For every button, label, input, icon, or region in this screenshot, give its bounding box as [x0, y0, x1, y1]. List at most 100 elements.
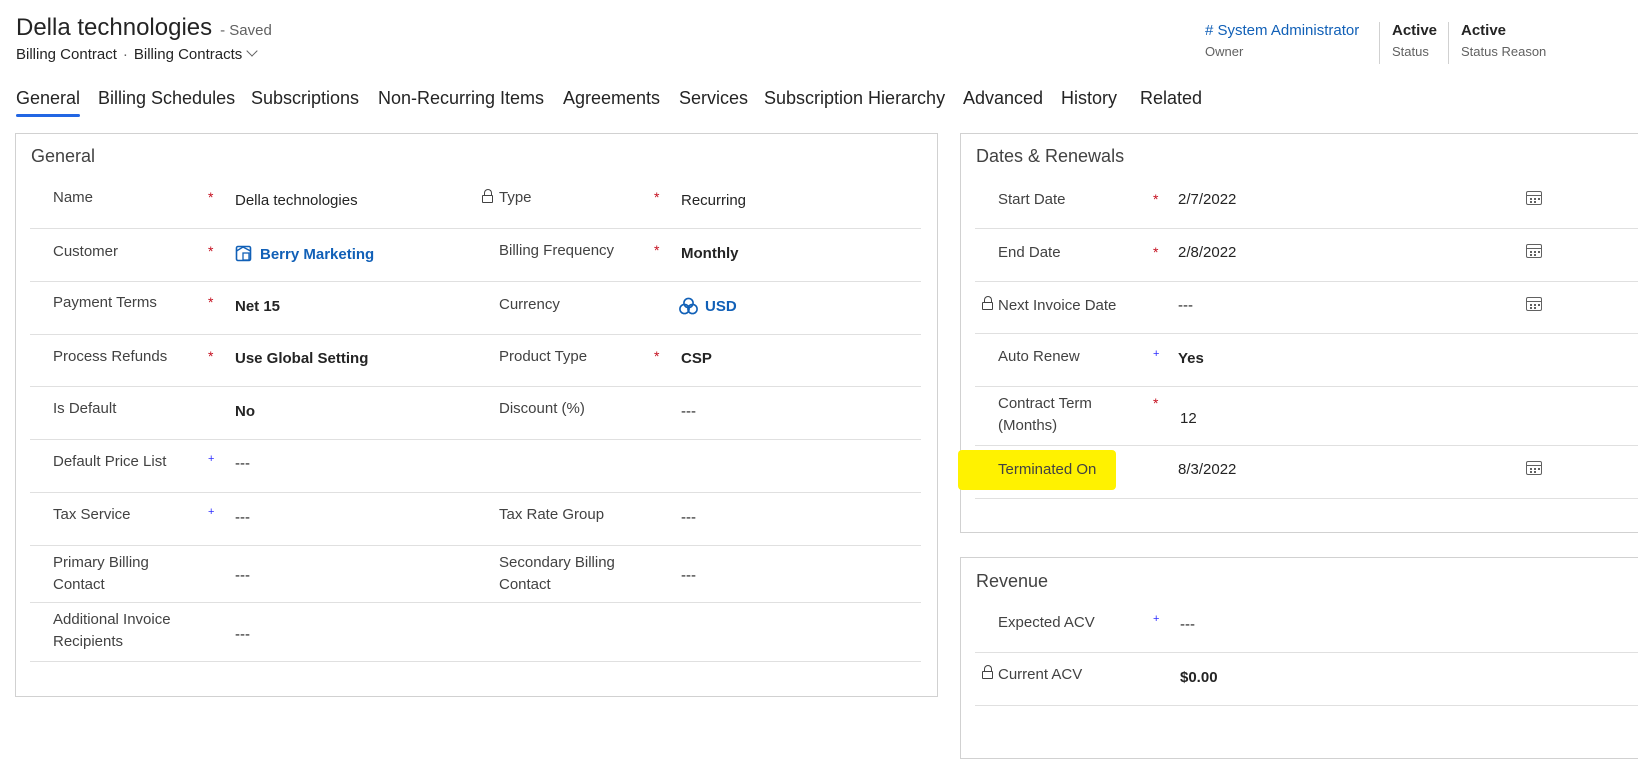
field-label-next-invoice-date: Next Invoice Date	[998, 297, 1117, 314]
status-label: Status	[1392, 44, 1429, 59]
status-reason-label: Status Reason	[1461, 44, 1547, 59]
tab-advanced[interactable]: Advanced	[963, 88, 1043, 109]
required-indicator: *	[1153, 191, 1159, 207]
row-divider	[30, 492, 921, 493]
discount-input[interactable]: ---	[681, 403, 696, 420]
tab-general[interactable]: General	[16, 88, 81, 117]
breadcrumb: Billing Contract · Billing Contracts	[16, 45, 258, 63]
tab-services[interactable]: Services	[679, 88, 748, 109]
currency-icon	[679, 297, 698, 315]
expected-acv-input[interactable]: ---	[1180, 616, 1195, 633]
required-indicator: *	[654, 242, 660, 258]
label-line: Additional Invoice	[53, 611, 171, 628]
process-refunds-select[interactable]: Use Global Setting	[235, 350, 368, 367]
field-label-billing-frequency: Billing Frequency	[499, 242, 615, 259]
field-label-is-default: Is Default	[53, 400, 117, 417]
field-label-start-date: Start Date	[998, 191, 1066, 208]
tax-service-input[interactable]: ---	[235, 509, 250, 526]
field-label-type: Type	[499, 189, 532, 206]
row-divider	[30, 439, 921, 440]
label-line: Contact	[53, 576, 105, 593]
owner-link[interactable]: # System Administrator	[1205, 22, 1359, 39]
form-selector[interactable]: Billing Contracts	[134, 45, 258, 63]
tab-label: Related	[1140, 88, 1203, 108]
tab-subscriptions[interactable]: Subscriptions	[251, 88, 359, 109]
required-indicator: *	[208, 189, 214, 205]
additional-invoice-recipients-input[interactable]: ---	[235, 626, 250, 643]
tab-label: General	[16, 88, 81, 108]
name-input[interactable]: Della technologies	[235, 192, 358, 209]
tab-label: Advanced	[963, 88, 1044, 108]
customer-link[interactable]: Berry Marketing	[260, 246, 374, 263]
tab-non-recurring-items[interactable]: Non-Recurring Items	[378, 88, 544, 109]
record-name: Della technologies	[16, 14, 213, 41]
secondary-billing-contact-input[interactable]: ---	[681, 567, 696, 584]
calendar-icon[interactable]	[1526, 244, 1542, 258]
currency-link[interactable]: USD	[705, 298, 737, 315]
label-line: Secondary Billing	[499, 554, 615, 571]
record-title: Della technologies - Saved	[16, 14, 272, 42]
tab-agreements[interactable]: Agreements	[563, 88, 660, 109]
tab-related[interactable]: Related	[1140, 88, 1202, 109]
field-label-process-refunds: Process Refunds	[53, 348, 168, 365]
section-title-general: General	[31, 146, 96, 166]
row-divider	[30, 602, 921, 603]
recommended-indicator: +	[1153, 613, 1160, 625]
required-indicator: *	[654, 348, 660, 364]
row-divider	[975, 281, 1638, 282]
default-price-list-input[interactable]: ---	[235, 455, 250, 472]
primary-billing-contact-input[interactable]: ---	[235, 567, 250, 584]
field-label-additional-invoice-recipients: Additional Invoice Recipients	[53, 609, 171, 653]
owner-field: # System Administrator Owner	[1205, 22, 1359, 59]
tab-history[interactable]: History	[1061, 88, 1117, 109]
calendar-icon[interactable]	[1526, 461, 1542, 475]
terminated-on-input[interactable]: 8/3/2022	[1178, 461, 1236, 478]
required-indicator: *	[1153, 395, 1159, 411]
row-divider	[975, 386, 1638, 387]
end-date-input[interactable]: 2/8/2022	[1178, 244, 1236, 261]
start-date-input[interactable]: 2/7/2022	[1178, 191, 1236, 208]
field-label-expected-acv: Expected ACV	[998, 614, 1095, 631]
calendar-icon[interactable]	[1526, 191, 1542, 205]
row-divider	[975, 228, 1638, 229]
save-status: - Saved	[220, 22, 272, 39]
payment-terms-select[interactable]: Net 15	[235, 298, 280, 315]
field-label-currency: Currency	[499, 296, 560, 313]
contract-term-input[interactable]: 12	[1180, 410, 1197, 427]
label-line: Recipients	[53, 633, 124, 650]
field-label-contract-term: Contract Term (Months)	[998, 393, 1092, 437]
tab-billing-schedules[interactable]: Billing Schedules	[98, 88, 235, 109]
row-divider	[975, 445, 1638, 446]
is-default-toggle[interactable]: No	[235, 403, 255, 420]
field-label-tax-service: Tax Service	[53, 506, 131, 523]
required-indicator: *	[654, 189, 660, 205]
lock-icon	[982, 665, 993, 679]
calendar-icon	[1526, 297, 1542, 311]
required-indicator: *	[208, 243, 214, 259]
row-divider	[30, 281, 921, 282]
product-type-select[interactable]: CSP	[681, 350, 712, 367]
field-label-current-acv: Current ACV	[998, 666, 1083, 683]
tax-rate-group-input[interactable]: ---	[681, 509, 696, 526]
section-title-dates-renewals: Dates & Renewals	[976, 146, 1125, 166]
label-line: Contract Term	[998, 395, 1092, 412]
tab-label: Services	[679, 88, 749, 108]
field-label-customer: Customer	[53, 243, 119, 260]
revenue-section	[960, 557, 1638, 759]
tab-subscription-hierarchy[interactable]: Subscription Hierarchy	[764, 88, 945, 109]
type-value: Recurring	[681, 192, 747, 209]
row-divider	[30, 386, 921, 387]
field-label-secondary-billing-contact: Secondary Billing Contact	[499, 552, 615, 596]
billing-frequency-select[interactable]: Monthly	[681, 245, 739, 262]
status-field: Active Status	[1392, 22, 1437, 59]
recommended-indicator: +	[208, 453, 215, 465]
auto-renew-toggle[interactable]: Yes	[1178, 350, 1204, 367]
recommended-indicator: +	[1153, 348, 1160, 360]
required-indicator: *	[208, 294, 214, 310]
field-label-name: Name	[53, 189, 94, 206]
section-title-revenue: Revenue	[976, 571, 1049, 591]
row-divider	[975, 652, 1638, 653]
required-indicator: *	[208, 348, 214, 364]
active-tab-indicator	[16, 114, 81, 117]
field-label-end-date: End Date	[998, 244, 1061, 261]
